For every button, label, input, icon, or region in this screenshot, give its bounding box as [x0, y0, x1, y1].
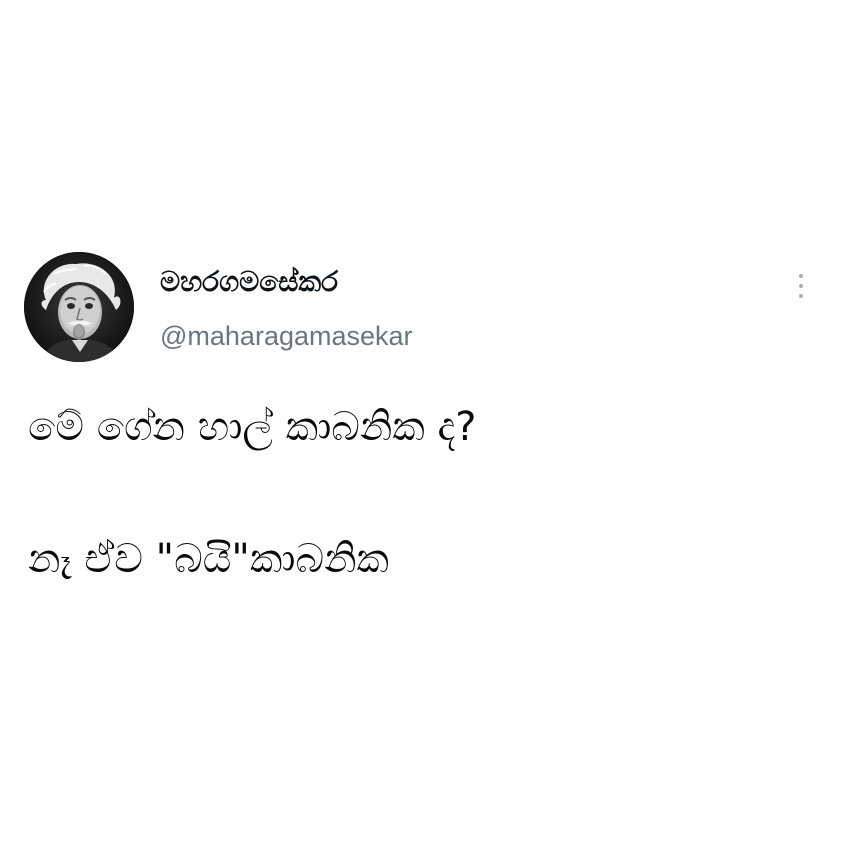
tweet-text-line: නෑ ඒව "බයි"කාබනික [28, 536, 390, 582]
tweet-line-spacer [28, 456, 808, 530]
avatar[interactable] [24, 252, 134, 362]
more-options-button[interactable] [786, 268, 816, 304]
tweet-text: මේ ගේන හාල් කාබනික ද? නෑ ඒව "බයි"කාබනික [28, 398, 808, 588]
author-handle[interactable]: @maharagamasekar [160, 318, 413, 354]
more-vertical-icon-dot [799, 294, 803, 298]
avatar-portrait-image [24, 252, 134, 362]
more-vertical-icon [799, 274, 803, 278]
tweet-card: මහරගමසේකර @maharagamasekar මේ ගේන හාල් ක… [0, 0, 843, 843]
author-display-name[interactable]: මහරගමසේකර [160, 264, 338, 300]
more-vertical-icon-dot [799, 284, 803, 288]
tweet-text-line: මේ ගේන හාල් කාබනික ද? [28, 404, 477, 450]
